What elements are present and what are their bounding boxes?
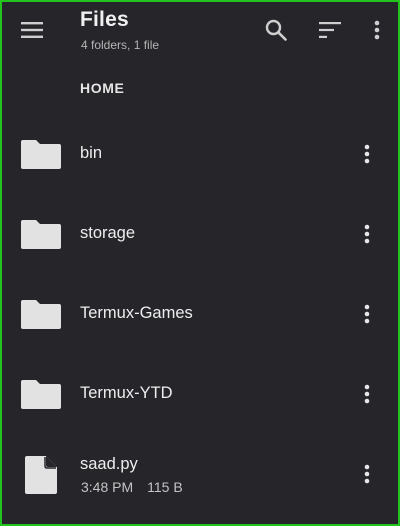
- more-vertical-icon: [364, 144, 370, 164]
- more-vertical-icon: [364, 304, 370, 324]
- list-item-folder[interactable]: Termux-YTD: [2, 354, 398, 434]
- file-size: 115 B: [147, 479, 183, 495]
- item-name: Termux-Games: [80, 304, 193, 322]
- file-modified-time: 3:48 PM: [81, 479, 134, 495]
- search-button[interactable]: [254, 10, 298, 50]
- app-title: Files: [80, 8, 129, 31]
- overflow-menu-button[interactable]: [364, 10, 390, 50]
- menu-button[interactable]: [12, 12, 52, 48]
- sort-button[interactable]: [308, 10, 352, 50]
- item-more-button[interactable]: [356, 378, 378, 410]
- search-icon: [265, 19, 287, 41]
- app-window: Files 4 folders, 1 file HOME bin storage…: [0, 0, 400, 526]
- list-item-folder[interactable]: Termux-Games: [2, 274, 398, 354]
- more-vertical-icon: [364, 464, 370, 484]
- more-vertical-icon: [364, 384, 370, 404]
- folder-icon: [21, 140, 61, 169]
- sort-icon: [319, 22, 341, 38]
- folder-icon: [21, 220, 61, 249]
- item-more-button[interactable]: [356, 298, 378, 330]
- folder-summary: 4 folders, 1 file: [81, 38, 160, 52]
- folder-icon: [21, 380, 61, 409]
- file-icon: [25, 456, 57, 494]
- file-meta: 3:48 PM 115 B: [81, 479, 183, 495]
- more-vertical-icon: [374, 20, 380, 40]
- folder-icon: [21, 300, 61, 329]
- item-name: bin: [80, 144, 103, 162]
- file-list: bin storage Termux-Games Termux-YTD saad…: [2, 114, 398, 514]
- breadcrumb-home[interactable]: HOME: [80, 80, 124, 96]
- more-vertical-icon: [364, 224, 370, 244]
- list-item-file[interactable]: saad.py 3:48 PM 115 B: [2, 434, 398, 514]
- item-more-button[interactable]: [356, 458, 378, 490]
- item-name: saad.py: [80, 455, 138, 473]
- hamburger-menu-icon: [21, 22, 43, 38]
- item-name: storage: [80, 224, 136, 242]
- top-app-bar: Files 4 folders, 1 file: [2, 2, 398, 62]
- list-item-folder[interactable]: storage: [2, 194, 398, 274]
- list-item-folder[interactable]: bin: [2, 114, 398, 194]
- item-name: Termux-YTD: [80, 384, 173, 402]
- item-more-button[interactable]: [356, 218, 378, 250]
- item-more-button[interactable]: [356, 138, 378, 170]
